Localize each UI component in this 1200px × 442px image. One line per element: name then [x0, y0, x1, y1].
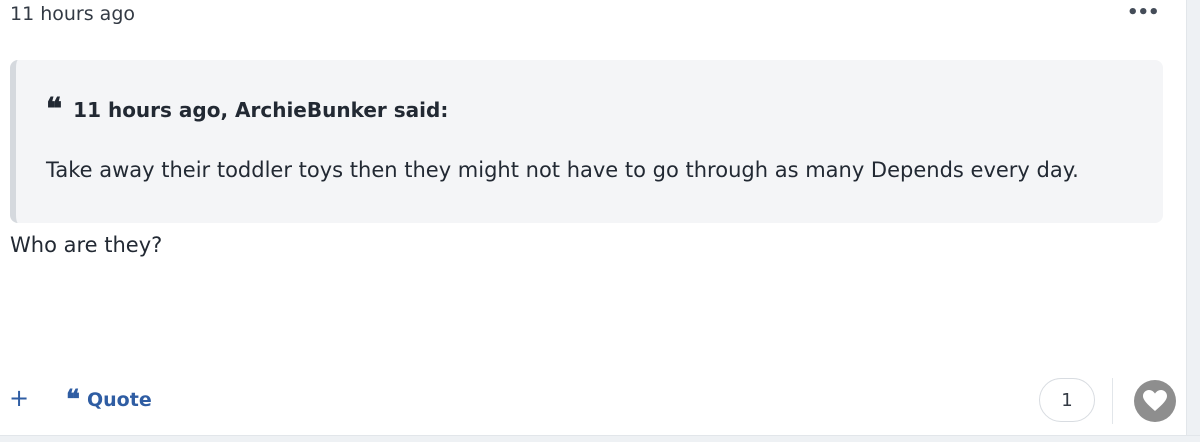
post-bottom-edge [0, 435, 1200, 442]
quote-text: Take away their toddler toys then they m… [46, 158, 1079, 182]
reaction-count: 1 [1061, 389, 1073, 411]
quote-icon: ❝ [66, 385, 80, 415]
footer-divider [1112, 378, 1113, 424]
heart-icon [1143, 390, 1167, 411]
quote-button[interactable]: ❝ Quote [66, 385, 152, 415]
post-right-edge [1186, 0, 1200, 442]
quote-citation-text[interactable]: 11 hours ago, ArchieBunker said: [73, 98, 448, 122]
like-button[interactable] [1134, 380, 1176, 422]
post-footer: + ❝ Quote 1 [0, 378, 1200, 424]
multiquote-plus-button[interactable]: + [9, 386, 29, 410]
quote-citation: ❝ 11 hours ago, ArchieBunker said: [46, 92, 448, 127]
quote-button-label: Quote [87, 389, 152, 411]
quote-icon: ❝ [46, 92, 62, 127]
post-timestamp[interactable]: 11 hours ago [10, 3, 135, 25]
quote-block: ❝ 11 hours ago, ArchieBunker said: Take … [10, 60, 1163, 223]
post-body: Who are they? [10, 233, 163, 257]
reaction-count-badge[interactable]: 1 [1039, 378, 1095, 422]
more-options-button[interactable]: ••• [1127, 2, 1160, 23]
forum-post: 11 hours ago ••• ❝ 11 hours ago, ArchieB… [0, 0, 1200, 442]
